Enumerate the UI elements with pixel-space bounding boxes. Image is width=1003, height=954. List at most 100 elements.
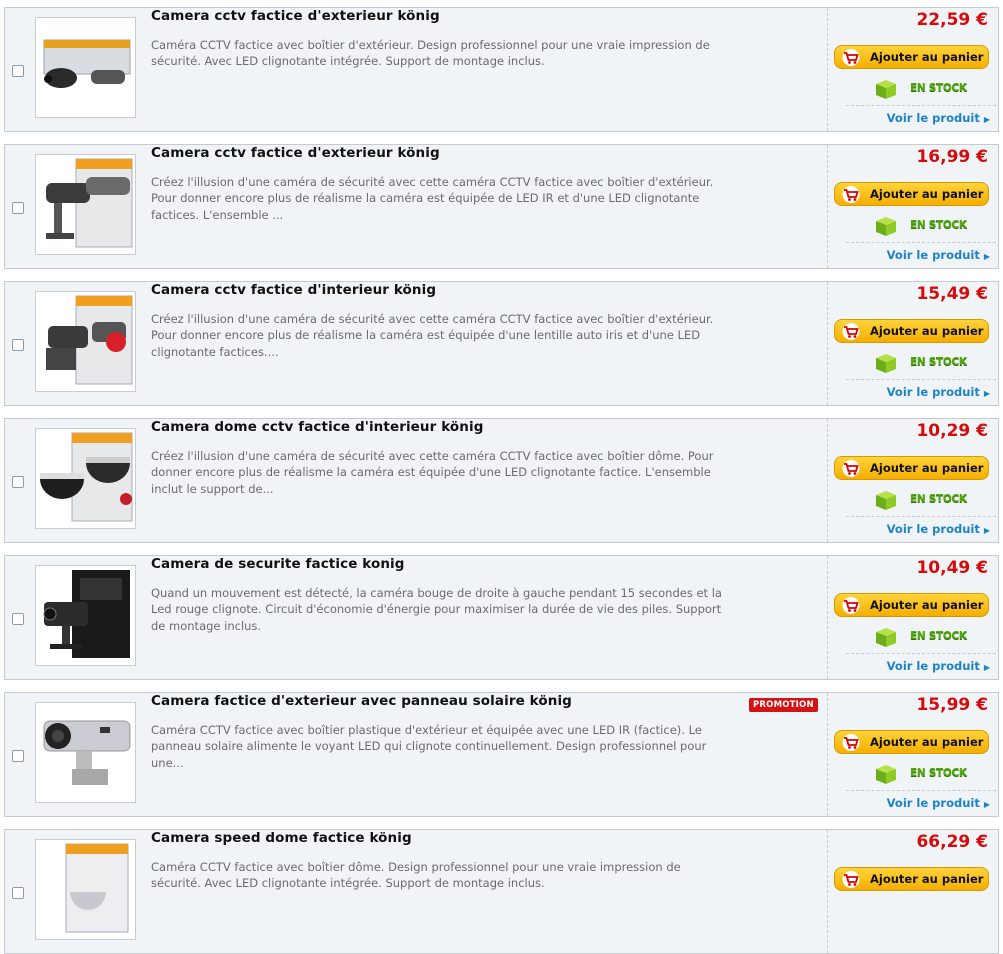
divider [846,790,996,791]
product-price: 15,49 € [916,284,988,304]
add-to-cart-button[interactable]: Ajouter au panier [834,319,989,343]
product-image[interactable] [35,839,136,940]
product-description: Quand un mouvement est détecté, la camér… [151,586,722,633]
product-description: Caméra CCTV factice avec boîtier dôme. D… [151,860,681,891]
cart-icon [842,186,860,203]
select-checkbox[interactable] [12,202,24,214]
view-product-label: Voir le produit [886,248,980,262]
arrow-right-icon: ▶ [983,389,990,398]
product-description: Caméra CCTV factice avec boîtier d'extér… [151,38,710,69]
product-image[interactable] [35,702,136,803]
product-price: 16,99 € [916,147,988,167]
stock-label: EN STOCK [910,493,967,505]
cart-icon [842,49,860,66]
view-product-label: Voir le produit [886,385,980,399]
product-title[interactable]: Camera cctv factice d'interieur könig [151,282,436,298]
select-checkbox[interactable] [12,887,24,899]
product-image[interactable] [35,565,136,666]
divider [846,516,996,517]
stock-box-icon [876,80,896,99]
arrow-right-icon: ▶ [983,252,990,261]
add-to-cart-label: Ajouter au panier [870,872,984,886]
stock-status: EN STOCK [874,626,984,648]
view-product-link[interactable]: Voir le produit ▶ [887,385,990,399]
stock-label: EN STOCK [910,630,967,642]
product-title[interactable]: Camera cctv factice d'exterieur könig [151,145,440,161]
select-checkbox[interactable] [12,750,24,762]
add-to-cart-button[interactable]: Ajouter au panier [834,456,989,480]
arrow-right-icon: ▶ [983,526,990,535]
add-to-cart-label: Ajouter au panier [870,50,984,64]
stock-status: EN STOCK [874,215,984,237]
select-checkbox[interactable] [12,476,24,488]
add-to-cart-button[interactable]: Ajouter au panier [834,867,989,891]
product-image[interactable] [35,428,136,529]
stock-status: EN STOCK [874,352,984,374]
product-image[interactable] [35,17,136,118]
add-to-cart-label: Ajouter au panier [870,187,984,201]
cart-icon [842,323,860,340]
product-price: 10,29 € [916,421,988,441]
view-product-label: Voir le produit [886,522,980,536]
add-to-cart-button[interactable]: Ajouter au panier [834,45,989,69]
product-row: Camera cctv factice d'exterieur könig Ca… [4,7,999,132]
product-row: Camera cctv factice d'exterieur könig Cr… [4,144,999,269]
view-product-link[interactable]: Voir le produit ▶ [887,111,990,125]
select-checkbox[interactable] [12,65,24,77]
add-to-cart-label: Ajouter au panier [870,598,984,612]
select-checkbox[interactable] [12,339,24,351]
product-price: 66,29 € [916,832,988,852]
add-to-cart-label: Ajouter au panier [870,324,984,338]
product-title[interactable]: Camera dome cctv factice d'interieur kön… [151,419,484,435]
stock-label: EN STOCK [910,219,967,231]
add-to-cart-button[interactable]: Ajouter au panier [834,182,989,206]
view-product-link[interactable]: Voir le produit ▶ [887,522,990,536]
arrow-right-icon: ▶ [983,663,990,672]
view-product-label: Voir le produit [886,111,980,125]
stock-label: EN STOCK [910,767,967,779]
cart-icon [842,597,860,614]
view-product-link[interactable]: Voir le produit ▶ [887,659,990,673]
divider [846,653,996,654]
product-description: Créez l'illusion d'une caméra de sécurit… [151,449,714,496]
arrow-right-icon: ▶ [983,115,990,124]
buy-box: 15,49 € Ajouter au panier EN STOCK Voir … [827,282,1000,405]
product-description: Créez l'illusion d'une caméra de sécurit… [151,175,714,222]
stock-box-icon [876,354,896,373]
buy-box: 15,99 € Ajouter au panier EN STOCK Voir … [827,693,1000,816]
divider [846,105,996,106]
product-image[interactable] [35,291,136,392]
view-product-link[interactable]: Voir le produit ▶ [887,248,990,262]
product-price: 22,59 € [916,10,988,30]
buy-box: 22,59 € Ajouter au panier EN STOCK Voir … [827,8,1000,131]
buy-box: 66,29 € Ajouter au panier [827,830,1000,953]
cart-icon [842,871,860,888]
product-description: Caméra CCTV factice avec boîtier plastiq… [151,723,707,770]
add-to-cart-button[interactable]: Ajouter au panier [834,730,989,754]
divider [846,379,996,380]
product-image[interactable] [35,154,136,255]
buy-box: 10,29 € Ajouter au panier EN STOCK Voir … [827,419,1000,542]
buy-box: 16,99 € Ajouter au panier EN STOCK Voir … [827,145,1000,268]
product-row: Camera speed dome factice könig Caméra C… [4,829,999,954]
select-checkbox[interactable] [12,613,24,625]
add-to-cart-label: Ajouter au panier [870,735,984,749]
arrow-right-icon: ▶ [983,800,990,809]
product-title[interactable]: Camera cctv factice d'exterieur könig [151,8,440,24]
cart-icon [842,734,860,751]
view-product-label: Voir le produit [886,659,980,673]
view-product-label: Voir le produit [886,796,980,810]
stock-box-icon [876,765,896,784]
stock-label: EN STOCK [910,356,967,368]
add-to-cart-button[interactable]: Ajouter au panier [834,593,989,617]
cart-icon [842,460,860,477]
product-title[interactable]: Camera factice d'exterieur avec panneau … [151,693,572,709]
product-row: Camera dome cctv factice d'interieur kön… [4,418,999,543]
divider [846,242,996,243]
stock-status: EN STOCK [874,78,984,100]
stock-box-icon [876,491,896,510]
product-title[interactable]: Camera de securite factice konig [151,556,405,572]
product-row: Camera cctv factice d'interieur könig Cr… [4,281,999,406]
product-title[interactable]: Camera speed dome factice könig [151,830,412,846]
view-product-link[interactable]: Voir le produit ▶ [887,796,990,810]
